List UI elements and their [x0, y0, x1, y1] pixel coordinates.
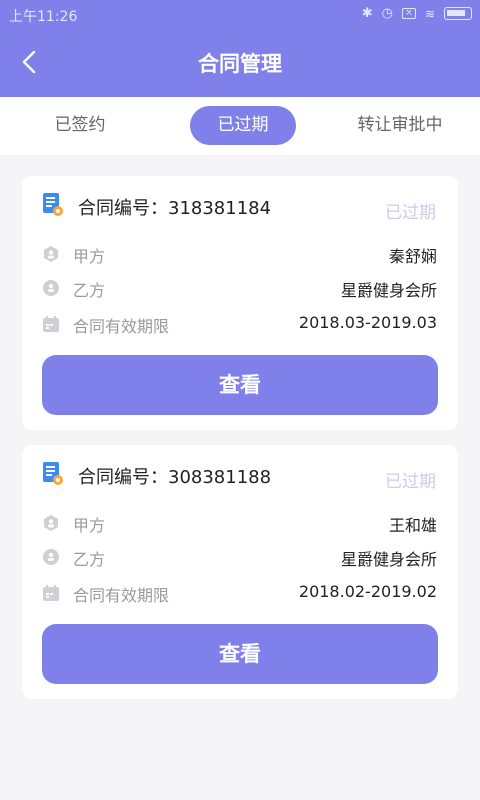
contract-card: 合同编号：308381188 已过期 甲方 王和雄 乙方 星爵健身会所 合同有效… — [22, 445, 458, 699]
status-icons: ✱ ◷ × ≋ — [362, 6, 472, 21]
party-a-value: 秦舒娴 — [388, 247, 437, 266]
status-badge: 已过期 — [385, 472, 436, 492]
validity-row: 合同有效期限 2018.02-2019.02 — [42, 581, 437, 605]
view-button[interactable]: 查看 — [42, 355, 438, 415]
party-b-value: 星爵健身会所 — [340, 550, 437, 569]
wifi-icon: ≋ — [424, 6, 435, 21]
party-b-icon — [43, 280, 59, 296]
battery-icon — [444, 7, 472, 20]
no-sim-icon: × — [401, 8, 416, 19]
validity-label: 合同有效期限 — [73, 317, 170, 336]
party-b-row: 乙方 星爵健身会所 — [42, 276, 437, 300]
party-a-icon — [44, 515, 58, 531]
party-a-icon — [44, 246, 58, 262]
calendar-icon — [43, 316, 59, 332]
status-time: 上午11:26 — [9, 9, 78, 25]
contract-number: 合同编号：308381188 — [78, 467, 272, 488]
contract-document-icon — [43, 462, 63, 485]
validity-value: 2018.03-2019.03 — [298, 313, 437, 332]
tab-bar: 已签约 已过期 转让审批中 — [0, 97, 480, 155]
party-a-row: 甲方 秦舒娴 — [42, 242, 437, 266]
app-header: 上午11:26 ✱ ◷ × ≋ 合同管理 — [0, 0, 480, 97]
view-button[interactable]: 查看 — [42, 624, 438, 684]
tab-signed[interactable]: 已签约 — [30, 106, 130, 145]
contract-document-icon — [43, 193, 63, 216]
tab-expired[interactable]: 已过期 — [190, 106, 296, 145]
validity-row: 合同有效期限 2018.03-2019.03 — [42, 312, 437, 336]
validity-value: 2018.02-2019.02 — [298, 582, 437, 601]
status-badge: 已过期 — [385, 203, 436, 223]
tab-transfer-pending[interactable]: 转让审批中 — [345, 106, 455, 145]
party-b-label: 乙方 — [73, 550, 106, 569]
validity-label: 合同有效期限 — [73, 586, 170, 605]
bluetooth-icon: ✱ — [361, 6, 373, 21]
party-b-row: 乙方 星爵健身会所 — [42, 545, 437, 569]
party-b-label: 乙方 — [73, 281, 106, 300]
party-a-value: 王和雄 — [388, 516, 437, 535]
party-b-value: 星爵健身会所 — [340, 281, 437, 300]
alarm-icon: ◷ — [381, 6, 393, 21]
party-a-row: 甲方 王和雄 — [42, 511, 437, 535]
page-title: 合同管理 — [198, 52, 282, 76]
calendar-icon — [43, 585, 59, 601]
contract-card: 合同编号：318381184 已过期 甲方 秦舒娴 乙方 星爵健身会所 合同有效… — [22, 176, 458, 430]
contract-number: 合同编号：318381184 — [78, 198, 272, 219]
party-a-label: 甲方 — [73, 516, 106, 535]
status-bar: 上午11:26 ✱ ◷ × ≋ — [0, 0, 480, 30]
party-b-icon — [43, 549, 59, 565]
party-a-label: 甲方 — [73, 247, 106, 266]
